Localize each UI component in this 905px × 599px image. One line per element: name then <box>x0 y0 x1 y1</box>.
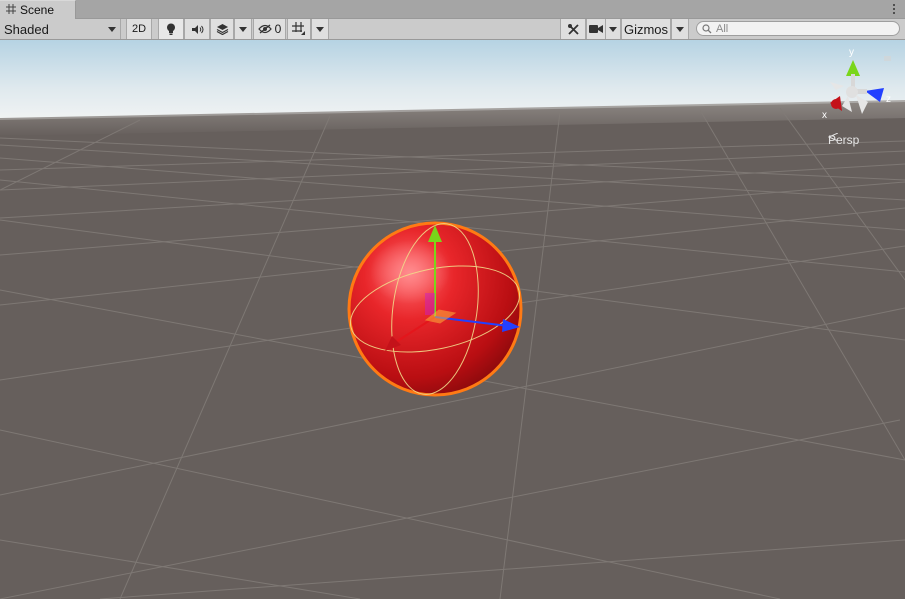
gizmos-dropdown-button[interactable] <box>671 19 689 39</box>
chevron-down-icon <box>316 26 324 32</box>
mode-2d-label: 2D <box>131 23 147 35</box>
hidden-objects-count: 0 <box>274 22 282 36</box>
camera-settings-button[interactable] <box>586 19 606 39</box>
gizmos-button[interactable]: Gizmos <box>621 19 671 39</box>
tools-button[interactable] <box>560 19 586 39</box>
layers-icon <box>216 24 228 35</box>
hidden-objects-toggle-button[interactable]: 0 <box>253 19 286 39</box>
search-icon <box>702 23 712 33</box>
draw-mode-dropdown[interactable]: Shaded <box>0 19 121 39</box>
axis-label-y: y <box>849 47 854 58</box>
tab-bar: Scene <box>0 0 905 19</box>
effects-dropdown-button[interactable] <box>234 19 252 39</box>
kebab-menu-icon[interactable] <box>889 2 899 16</box>
lock-icon[interactable] <box>884 56 891 61</box>
axis-label-z: z <box>886 94 891 105</box>
chevron-down-icon <box>609 26 617 32</box>
grid-snap-icon <box>292 22 305 35</box>
search-input[interactable]: All <box>696 21 900 36</box>
chevron-down-icon <box>676 26 684 32</box>
effects-toggle-button[interactable] <box>210 19 234 39</box>
draw-mode-label: Shaded <box>4 21 49 37</box>
grid-toggle-button[interactable] <box>287 19 311 39</box>
audio-toggle-button[interactable] <box>184 19 210 39</box>
projection-toggle[interactable]: Persp <box>828 133 859 147</box>
grid-dropdown-button[interactable] <box>311 19 329 39</box>
grid-icon <box>6 3 16 17</box>
chevron-down-icon <box>108 26 116 32</box>
eye-slash-icon <box>257 24 272 34</box>
perspective-icon <box>828 133 838 141</box>
axis-label-x: x <box>822 110 827 121</box>
search-placeholder: All <box>716 22 729 35</box>
camera-icon <box>589 25 603 33</box>
camera-dropdown-button[interactable] <box>605 19 621 39</box>
scene-toolbar: Shaded 2D 0 Gizmos All <box>0 19 905 40</box>
speaker-icon <box>191 24 203 34</box>
tab-label: Scene <box>20 3 55 17</box>
scene-canvas[interactable]: y z x <box>0 40 905 599</box>
gizmos-label: Gizmos <box>623 21 669 37</box>
tools-icon <box>567 23 579 35</box>
tab-scene[interactable]: Scene <box>0 0 76 19</box>
chevron-down-icon <box>239 26 247 32</box>
toggle-2d-button[interactable]: 2D <box>126 19 152 39</box>
lighting-toggle-button[interactable] <box>158 19 184 39</box>
light-bulb-icon <box>167 23 175 35</box>
scene-viewport[interactable]: y z x Persp <box>0 40 905 599</box>
